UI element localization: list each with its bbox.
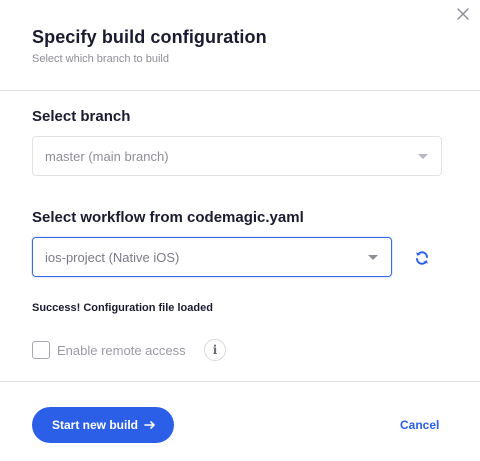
cancel-button[interactable]: Cancel [400, 418, 439, 432]
chevron-down-icon [418, 154, 428, 159]
refresh-workflows-button[interactable] [414, 250, 430, 266]
info-button[interactable]: i [204, 339, 226, 361]
branch-label: Select branch [32, 108, 131, 125]
status-message: Success! Configuration file loaded [32, 302, 213, 314]
workflow-label: Select workflow from codemagic.yaml [32, 209, 304, 226]
remote-access-checkbox[interactable] [32, 341, 50, 359]
dialog-header: Specify build configuration Select which… [0, 0, 480, 91]
remote-access-label: Enable remote access [57, 343, 186, 358]
dialog-subtitle: Select which branch to build [32, 53, 169, 65]
refresh-icon [415, 251, 429, 265]
workflow-select[interactable]: ios-project (Native iOS) [32, 237, 392, 277]
footer-divider [0, 381, 480, 382]
start-new-build-button[interactable]: Start new build [32, 407, 174, 443]
branch-select[interactable]: master (main branch) [32, 136, 442, 176]
info-icon: i [212, 343, 218, 357]
arrow-right-icon [144, 421, 155, 429]
remote-access-toggle[interactable]: Enable remote access [32, 341, 192, 361]
branch-select-value: master (main branch) [45, 149, 169, 164]
dialog-title: Specify build configuration [32, 27, 267, 47]
chevron-down-icon [368, 255, 378, 260]
start-new-build-label: Start new build [52, 418, 139, 432]
workflow-select-value: ios-project (Native iOS) [45, 250, 180, 265]
